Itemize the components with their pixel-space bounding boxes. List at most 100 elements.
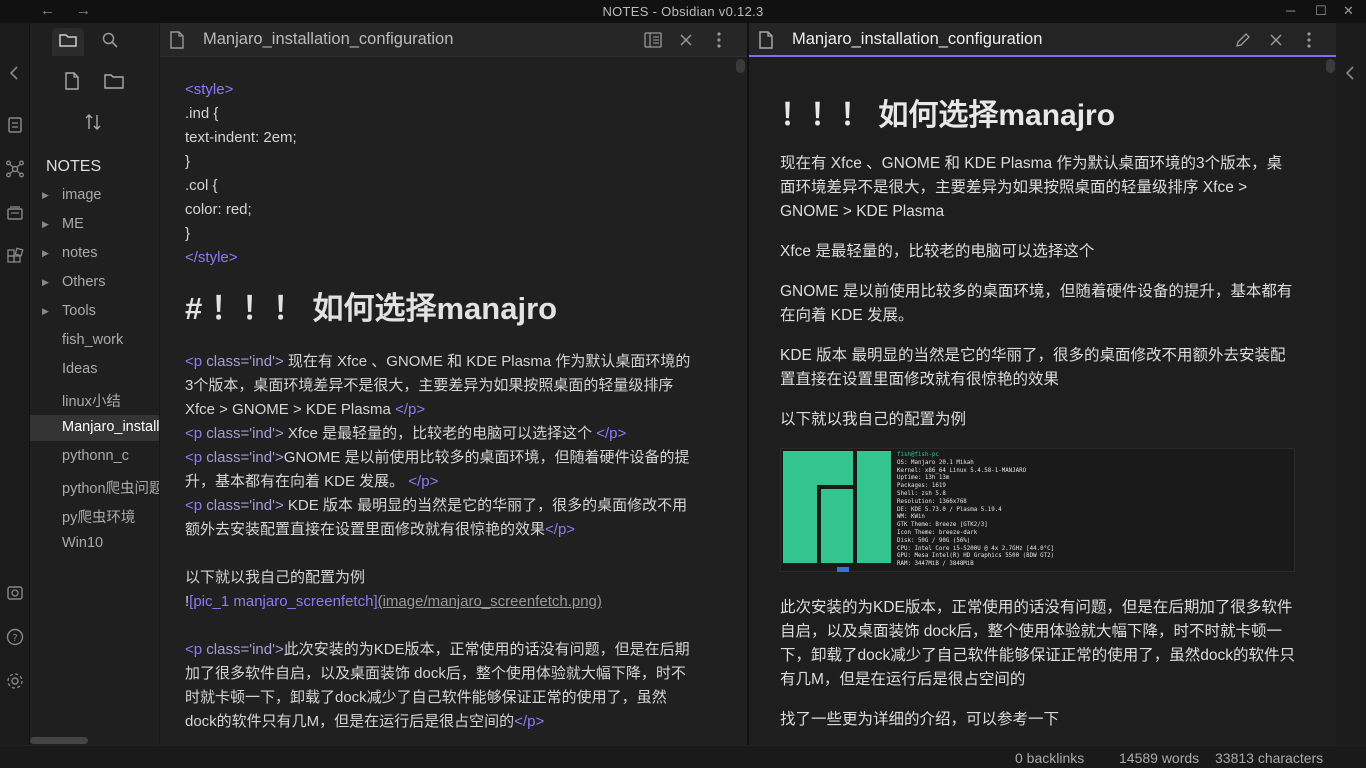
horizontal-scrollbar[interactable] [30,737,88,744]
search-tab[interactable] [94,28,126,56]
screenfetch-line: GPU: Mesa Intel(R) HD Graphics 5500 (BDW… [897,553,1055,560]
tree-item-label: python爬虫问题 [62,481,159,497]
file-explorer-tab[interactable] [52,28,84,56]
minimize-icon[interactable]: ─ [1286,3,1295,18]
embed-alt: [pic_1 manjaro_screenfetch] [189,593,378,610]
tag-attr: class='ind'> [202,497,284,514]
graph-view-icon[interactable] [5,159,25,179]
more-options-icon[interactable] [1299,30,1319,50]
code-line: .col { [185,177,218,194]
preview-paragraph: Xfce 是最轻量的，比较老的电脑可以选择这个 [780,243,1095,260]
collapse-sidebar-icon[interactable] [5,63,25,83]
heading-hash: # [185,291,203,326]
screenfetch-line: OS: Manjaro 20.1 Mikah [897,459,974,466]
markdown-source-editor[interactable]: <style> .ind { text-indent: 2em; } .col … [185,78,695,734]
help-icon[interactable]: ? [5,627,25,647]
code-line: <style> [185,81,234,98]
close-pane-icon[interactable] [676,30,696,50]
new-folder-icon[interactable] [102,69,126,93]
screenfetch-line: fish@fish-pc [897,452,939,458]
collapse-arrow-icon[interactable]: ▶ [42,248,49,259]
tree-item-label: Tools [62,303,96,319]
paragraph-source: <p class='ind'>GNOME 是以前使用比较多的桌面环境，但随着硬件… [185,446,695,494]
paragraph-source: 以下就以我自己的配置为例 [185,569,366,586]
file-item[interactable]: python爬虫问题 [30,473,159,499]
tag-attr: class='ind'> [202,449,284,466]
file-item[interactable]: Win10 [30,531,159,557]
preview-paragraph: KDE 版本 最明显的当然是它的华丽了，很多的桌面修改不用额外去安装配置直接在设… [780,347,1286,388]
tag-close: </p> [514,713,545,730]
tag-attr: class='ind'> [202,641,284,658]
screenfetch-line: Shell: zsh 5.8 [897,490,946,497]
tree-item-label: pythonn_c [62,448,129,464]
folder-icon [59,32,77,53]
tree-item-label: py爬虫环境 [62,510,136,526]
paragraph-source: <p class='ind'>此次安装的为KDE版本，正常使用的话没有问题，但是… [185,638,695,734]
tag-close: </p> [545,521,576,538]
vault-icon[interactable] [5,583,25,603]
collapse-arrow-icon[interactable]: ▶ [42,277,49,288]
templates-icon[interactable] [5,203,25,223]
file-item[interactable]: Ideas [30,357,159,383]
file-item[interactable]: pythonn_c [30,444,159,470]
file-item[interactable]: Manjaro_installation_configuration [30,415,159,441]
tree-item-label: fish_work [62,332,124,348]
screenfetch-line: WM: KWin [897,514,925,521]
maximize-icon[interactable]: ☐ [1315,3,1327,19]
tag-close: </p> [395,401,426,418]
code-line: text-indent: 2em; [185,129,297,146]
plugins-icon[interactable] [5,247,25,267]
sort-order-icon[interactable] [81,110,105,134]
screenfetch-text: fish@fish-pc OS: Manjaro 20.1 Mikah Kernel… [897,452,1054,569]
pane-header: Manjaro_installation_configuration [749,23,1336,57]
embedded-screenfetch-image[interactable]: fish@fish-pc OS: Manjaro 20.1 Mikah Kernel… [780,448,1295,572]
code-line: } [185,153,191,170]
window-title: NOTES - Obsidian v0.12.3 [602,4,764,19]
embed-url[interactable]: (image/manjaro_screenfetch.png) [378,593,602,610]
preview-paragraph: 此次安装的为KDE版本，正常使用的话没有问题，但是在后期加了很多软件自启，以及桌… [780,599,1295,688]
tree-item-label: Win10 [62,535,104,551]
screenfetch-line: RAM: 3447MiB / 3848MiB [897,561,974,568]
folder-item[interactable]: ▶ Tools [30,299,159,325]
edit-pencil-icon[interactable] [1233,30,1253,50]
tag-attr: class='ind'> [202,353,284,370]
tag-attr: class='ind'> [202,425,284,442]
new-note-icon[interactable] [60,69,84,93]
character-count: 33813 characters [1215,750,1324,766]
file-item[interactable]: linux小结 [30,386,159,412]
code-line: .ind { [185,105,219,122]
folder-item[interactable]: ▶ image [30,183,159,209]
more-options-icon[interactable] [709,30,729,50]
screenfetch-line: Disk: 50G / 90G (56%) [897,537,971,544]
open-quick-switcher-icon[interactable] [5,115,25,135]
settings-gear-icon[interactable] [5,671,25,691]
file-item[interactable]: fish_work [30,328,159,354]
paragraph-source: <p class='ind'> Xfce 是最轻量的，比较老的电脑可以选择这个 … [185,422,695,446]
search-icon [102,32,118,53]
folder-item[interactable]: ▶ notes [30,241,159,267]
collapse-arrow-icon[interactable]: ▶ [42,190,49,201]
tree-item-label: Manjaro_installation_configuration [62,419,159,435]
backlinks-count[interactable]: 0 backlinks [1015,750,1084,766]
collapse-arrow-icon[interactable]: ▶ [42,306,49,317]
pane-title: Manjaro_installation_configuration [792,30,1043,48]
vault-name[interactable]: NOTES [46,158,101,176]
paragraph-source: <p class='ind'> 现在有 Xfce 、GNOME 和 KDE Pl… [185,350,695,422]
folder-item[interactable]: ▶ ME [30,212,159,238]
tag-open: <p [185,353,203,370]
folder-item[interactable]: ▶ Others [30,270,159,296]
collapse-arrow-icon[interactable]: ▶ [42,219,49,230]
vertical-scrollbar[interactable] [736,59,745,73]
preview-toggle-icon[interactable] [643,30,663,50]
tag-close: </p> [408,473,439,490]
vertical-scrollbar[interactable] [1326,59,1335,73]
tree-item-label: notes [62,245,98,261]
expand-right-sidebar-icon[interactable] [1341,63,1361,83]
file-item[interactable]: py爬虫环境 [30,502,159,528]
close-window-icon[interactable]: ✕ [1343,3,1354,19]
markdown-preview: ！！！ 如何选择manajro 现在有 Xfce 、GNOME 和 KDE Pl… [780,78,1295,745]
word-count: 14589 words [1119,750,1200,766]
screenfetch-line: Kernel: x86_64 Linux 5.4.58-1-MANJARO [897,467,1027,474]
tree-item-label: Ideas [62,361,98,377]
close-pane-icon[interactable] [1266,30,1286,50]
